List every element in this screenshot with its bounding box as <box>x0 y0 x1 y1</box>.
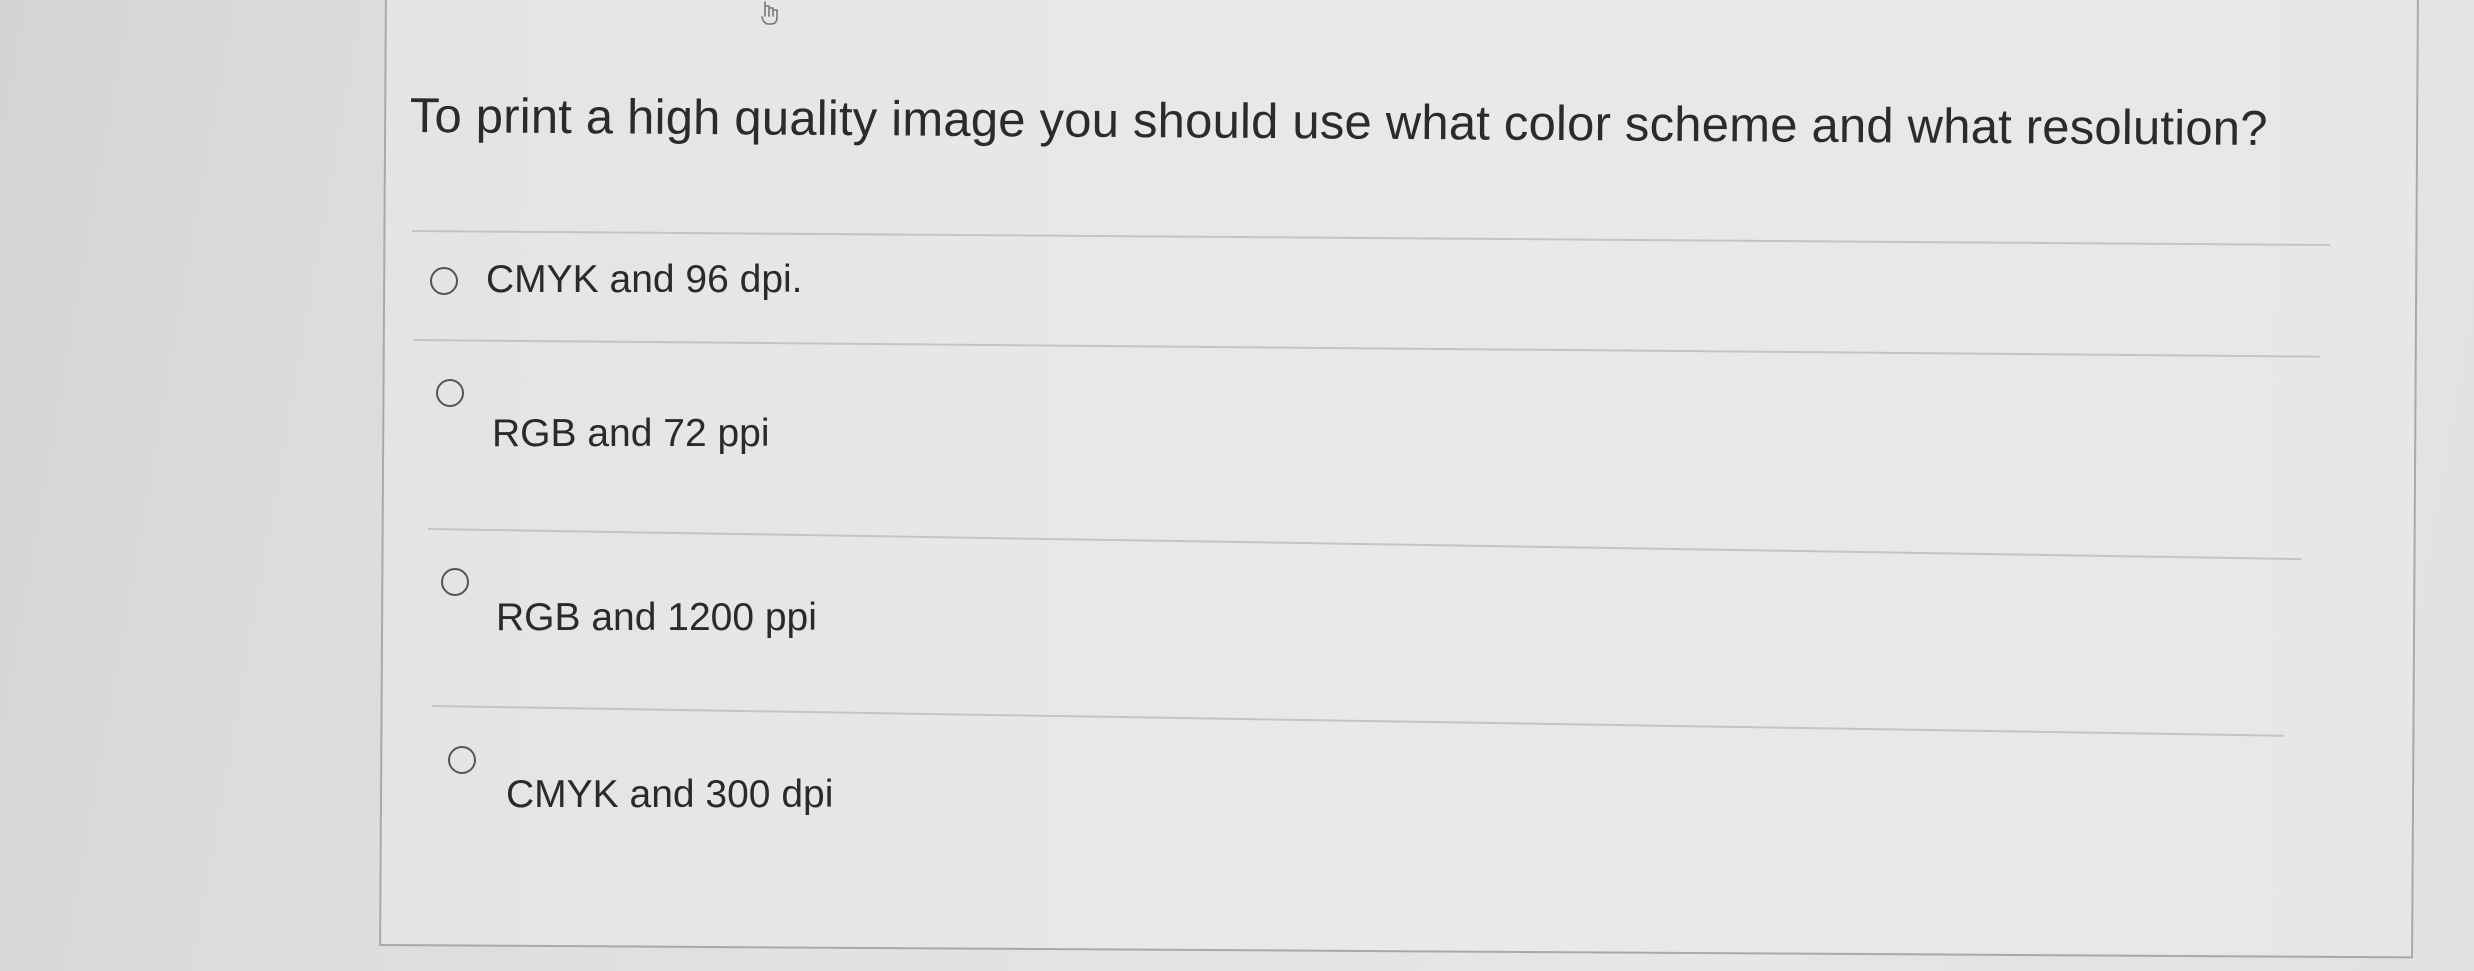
hand-pointer-icon <box>761 1 778 25</box>
option-label[interactable]: CMYK and 96 dpi. <box>486 258 803 302</box>
radio-unselected-icon[interactable] <box>441 568 469 596</box>
radio-unselected-icon[interactable] <box>436 379 464 407</box>
radio-unselected-icon[interactable] <box>430 267 458 295</box>
option-label[interactable]: RGB and 1200 ppi <box>496 596 817 640</box>
radio-unselected-icon[interactable] <box>448 746 476 774</box>
option-label[interactable]: CMYK and 300 dpi <box>506 773 833 817</box>
option-label[interactable]: RGB and 72 ppi <box>492 412 770 456</box>
